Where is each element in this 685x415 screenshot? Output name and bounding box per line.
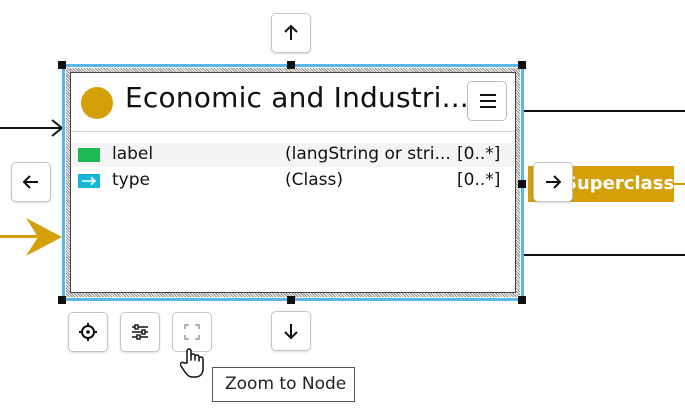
zoom-to-node-button[interactable] xyxy=(172,312,212,352)
move-down-button[interactable] xyxy=(271,311,311,351)
arrow-up-icon xyxy=(284,24,298,40)
crosshair-icon xyxy=(79,323,97,341)
outgoing-edge-bottom xyxy=(524,254,685,256)
hand-cursor-icon xyxy=(180,348,204,378)
outgoing-edge-top xyxy=(524,110,685,112)
zoom-to-node-tooltip: Zoom to Node xyxy=(212,367,355,402)
resize-handle-nw[interactable] xyxy=(58,61,66,69)
resize-handle-s[interactable] xyxy=(287,296,295,304)
node-settings-button[interactable] xyxy=(120,312,160,352)
expand-corners-icon xyxy=(184,324,200,340)
resize-handle-se[interactable] xyxy=(518,296,526,304)
resize-handle-e[interactable] xyxy=(518,180,526,188)
selection-frame xyxy=(62,64,524,301)
sliders-icon xyxy=(132,324,148,340)
resize-handle-n[interactable] xyxy=(287,61,295,69)
gold-arrowhead-icon xyxy=(26,218,62,256)
resize-handle-ne[interactable] xyxy=(518,61,526,69)
arrow-right-icon xyxy=(546,175,562,189)
focus-node-button[interactable] xyxy=(68,312,108,352)
move-right-button[interactable] xyxy=(533,162,573,202)
move-up-button[interactable] xyxy=(271,13,311,53)
arrow-left-icon xyxy=(22,175,38,189)
resize-handle-sw[interactable] xyxy=(58,296,66,304)
arrow-down-icon xyxy=(284,324,298,340)
move-left-button[interactable] xyxy=(11,162,51,202)
